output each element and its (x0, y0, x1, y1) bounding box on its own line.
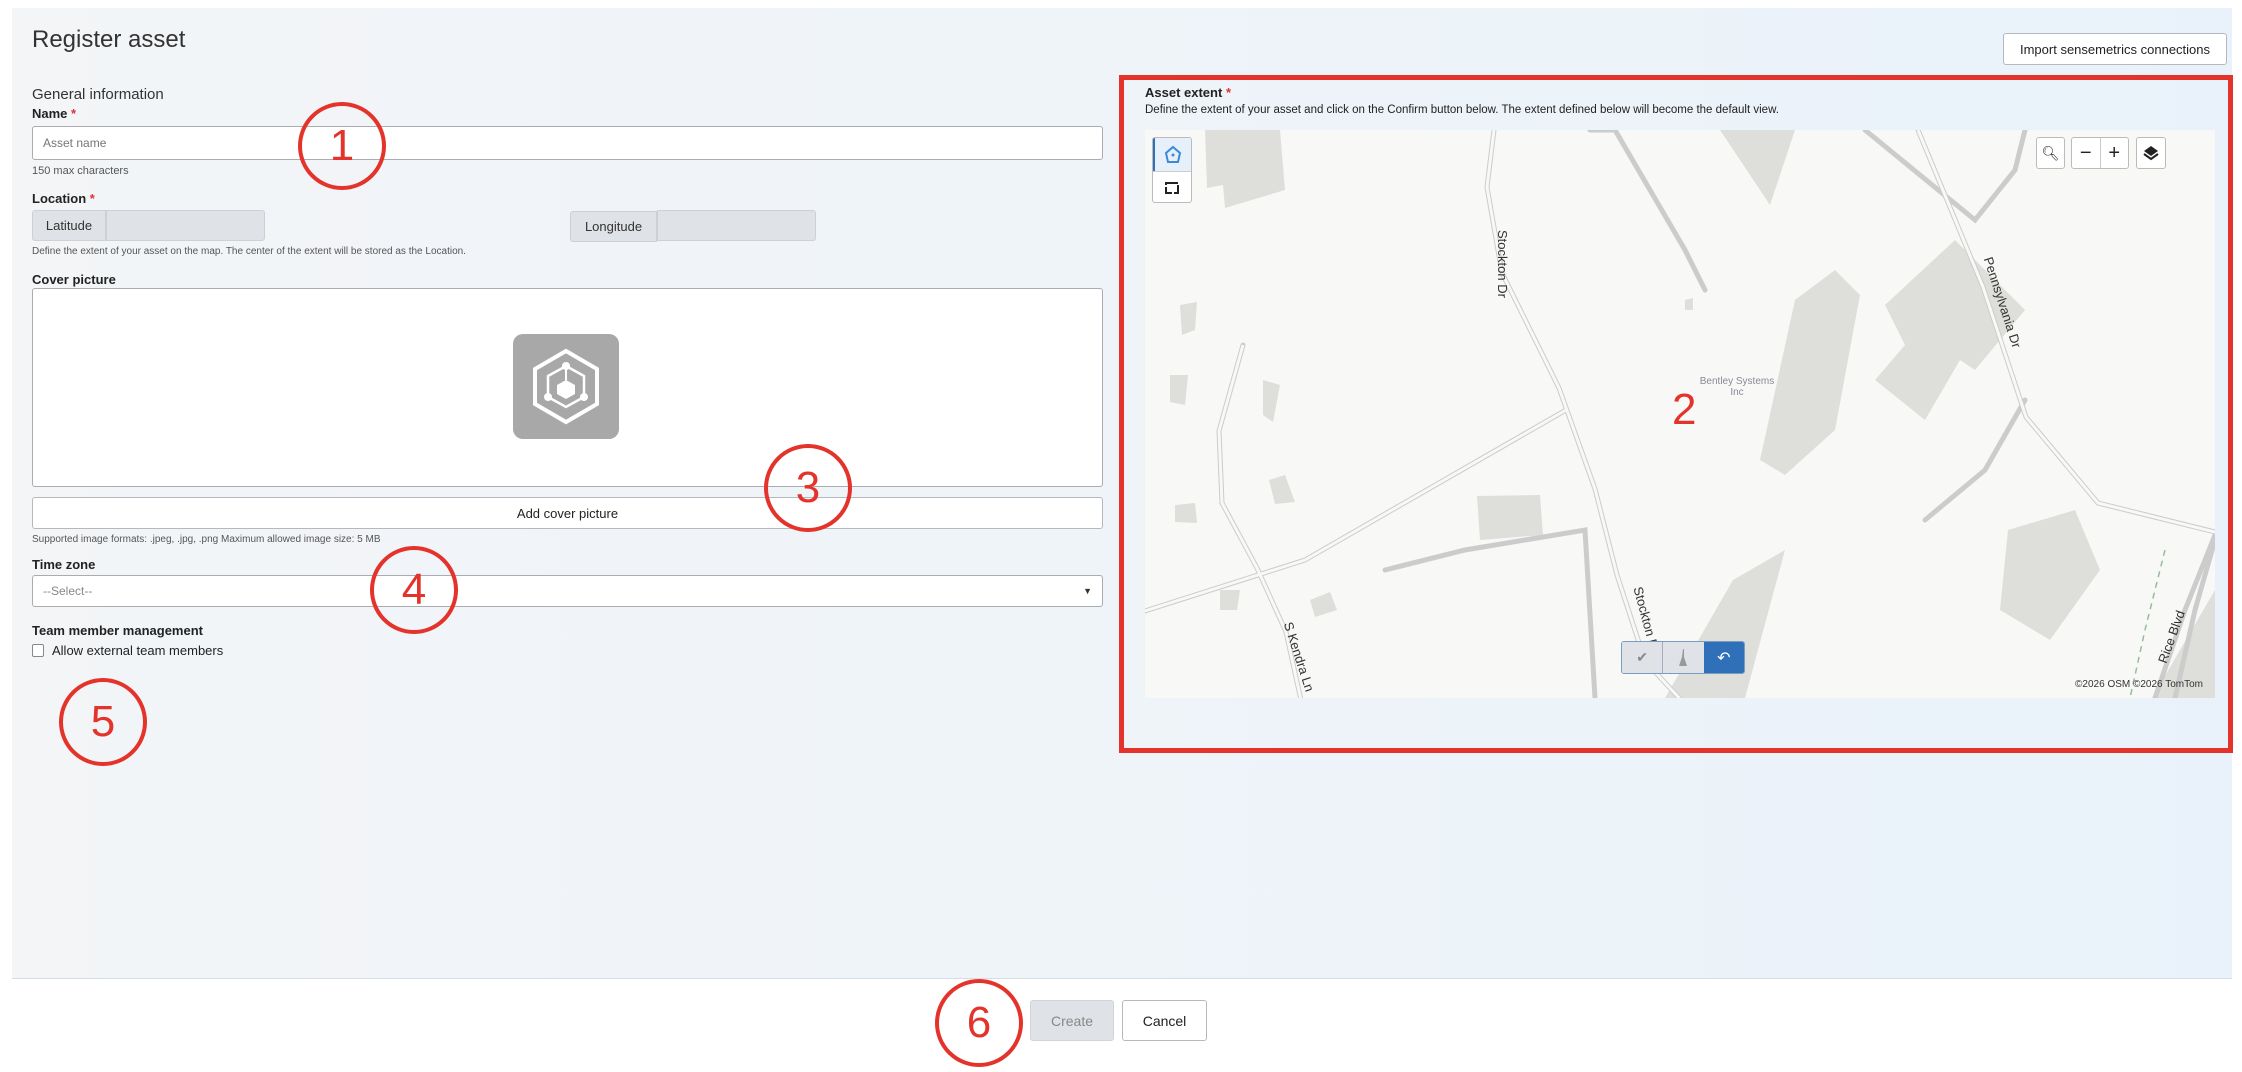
location-label: Location * (32, 191, 95, 206)
name-label-text: Name (32, 106, 68, 121)
location-hint: Define the extent of your asset on the m… (32, 246, 466, 257)
latitude-label: Latitude (32, 210, 106, 241)
allow-external-row: Allow external team members (32, 643, 223, 658)
page-title: Register asset (32, 26, 186, 53)
annotation-5: 5 (59, 678, 147, 766)
asset-placeholder-icon (513, 334, 619, 439)
allow-external-label: Allow external team members (52, 643, 224, 658)
name-label: Name * (32, 106, 76, 121)
location-label-text: Location (32, 191, 87, 206)
allow-external-checkbox[interactable] (32, 644, 44, 657)
annotation-6: 6 (935, 979, 1023, 1067)
required-mark: * (71, 106, 77, 121)
asset-name-input[interactable] (32, 126, 1103, 160)
chevron-down-icon: ▼ (1083, 586, 1092, 596)
team-label: Team member management (32, 623, 203, 638)
latitude-field (106, 210, 265, 241)
import-sensemetrics-button[interactable]: Import sensemetrics connections (2003, 33, 2227, 65)
footer-divider (12, 978, 2232, 979)
annotation-3: 3 (764, 444, 852, 532)
add-cover-picture-button[interactable]: Add cover picture (32, 497, 1103, 529)
timezone-select[interactable]: --Select-- ▼ (32, 575, 1103, 607)
required-mark: * (89, 191, 95, 206)
longitude-label: Longitude (570, 211, 657, 242)
section-title: General information (32, 86, 164, 103)
annotation-4: 4 (370, 546, 458, 634)
cover-label: Cover picture (32, 272, 116, 287)
longitude-field (657, 210, 816, 241)
create-button[interactable]: Create (1030, 1000, 1114, 1041)
cover-hint: Supported image formats: .jpeg, .jpg, .p… (32, 534, 381, 545)
timezone-label: Time zone (32, 557, 96, 572)
cover-picture-area (32, 288, 1103, 487)
annotation-2: 2 (1672, 385, 1697, 434)
timezone-selected: --Select-- (43, 584, 93, 598)
name-hint: 150 max characters (32, 165, 129, 177)
cancel-button[interactable]: Cancel (1122, 1000, 1207, 1041)
annotation-1: 1 (298, 102, 386, 190)
